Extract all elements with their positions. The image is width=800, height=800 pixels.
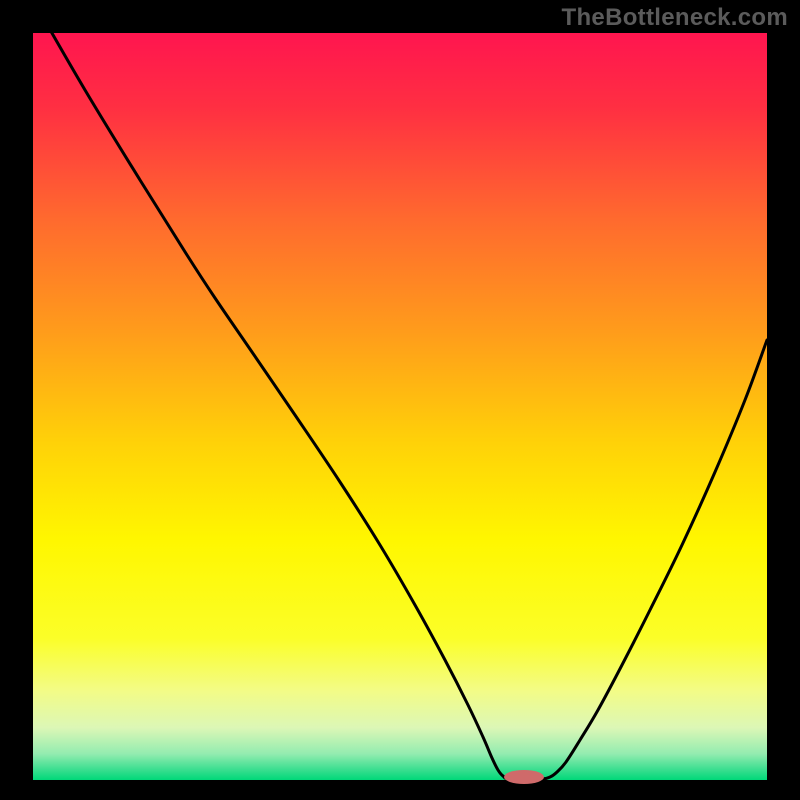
watermark-label: TheBottleneck.com bbox=[562, 4, 788, 32]
chart-container: { "watermark": "TheBottleneck.com", "cha… bbox=[0, 0, 800, 800]
plot-background bbox=[33, 33, 767, 780]
optimal-marker bbox=[504, 770, 544, 784]
bottleneck-chart bbox=[0, 0, 800, 800]
